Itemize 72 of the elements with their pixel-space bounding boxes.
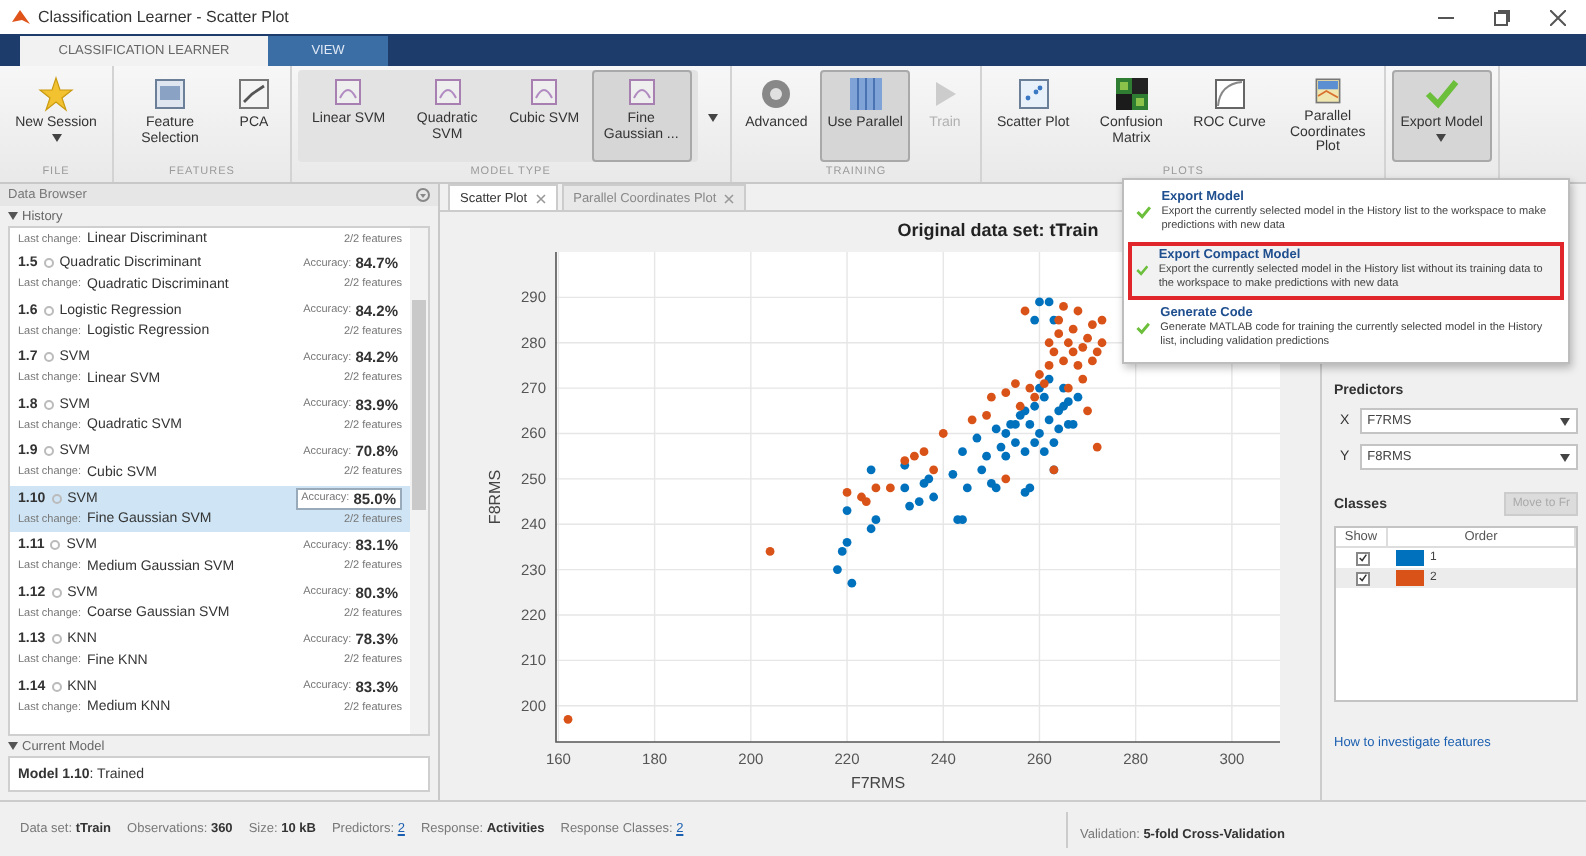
axis-label: F8RMS [486, 469, 504, 525]
data-point [1083, 406, 1092, 416]
data-point [1059, 302, 1068, 311]
data-point [842, 506, 852, 515]
collapse-icon [8, 212, 18, 220]
data-point [929, 492, 939, 502]
chart-icon [236, 76, 272, 112]
data-point [962, 483, 972, 493]
data-point [967, 415, 977, 425]
data-point [1092, 442, 1102, 452]
data-point [972, 433, 982, 443]
status-icon [43, 352, 54, 362]
model-icon [332, 76, 365, 108]
close-icon[interactable] [1550, 9, 1566, 25]
status-icon [43, 258, 54, 268]
data-point [563, 714, 573, 724]
data-point [948, 469, 958, 479]
data-point [986, 392, 996, 402]
status-icon [51, 587, 62, 597]
star-icon [38, 76, 74, 112]
data-point [1068, 324, 1078, 334]
scrollbar[interactable] [410, 228, 428, 734]
model-icon [625, 76, 658, 108]
data-point [847, 578, 857, 588]
data-point [866, 465, 876, 475]
close-icon [535, 193, 546, 203]
data-point [885, 483, 895, 493]
check-icon [1136, 202, 1152, 223]
checkbox[interactable] [1355, 551, 1369, 565]
gear-icon [758, 76, 795, 112]
maximize-icon[interactable] [1494, 9, 1510, 25]
data-point [842, 488, 852, 497]
data-point [938, 429, 948, 438]
data-point [1073, 361, 1083, 370]
collapse-panel-icon[interactable] [416, 188, 430, 202]
caret-icon [1560, 417, 1570, 425]
scatter-icon [1015, 76, 1052, 112]
close-icon [724, 193, 735, 203]
model-icon [528, 76, 561, 108]
axis-label: F7RMS [850, 774, 906, 792]
status-icon [43, 446, 54, 456]
checkbox[interactable] [1355, 571, 1369, 585]
data-point [977, 465, 987, 475]
data-point [982, 451, 991, 461]
data-point [982, 410, 991, 420]
data-point [900, 483, 910, 493]
data-point [958, 447, 967, 457]
model-icon [431, 76, 464, 108]
check-icon [1136, 260, 1149, 281]
data-point [833, 565, 842, 574]
status-icon [50, 540, 61, 550]
data-point [871, 483, 881, 493]
app-logo-icon [12, 8, 30, 26]
data-point [1078, 374, 1088, 384]
check-icon [1136, 318, 1151, 339]
caret-icon [1560, 453, 1570, 461]
chart-title: Original data set: tTrain [897, 220, 1099, 240]
status-icon [51, 634, 62, 644]
grid-icon [847, 76, 884, 112]
status-icon [43, 399, 54, 409]
window-title: Classification Learner - Scatter Plot [38, 8, 289, 26]
collapse-icon [8, 742, 18, 750]
check-icon [1423, 76, 1460, 112]
data-point [1073, 306, 1083, 316]
matrix-icon [1113, 76, 1150, 112]
status-icon [51, 681, 62, 691]
caret-icon [707, 114, 718, 122]
status-icon [51, 493, 62, 503]
data-point [765, 547, 775, 556]
status-icon [43, 305, 54, 315]
table-icon [152, 76, 188, 112]
curve-icon [1211, 76, 1248, 112]
